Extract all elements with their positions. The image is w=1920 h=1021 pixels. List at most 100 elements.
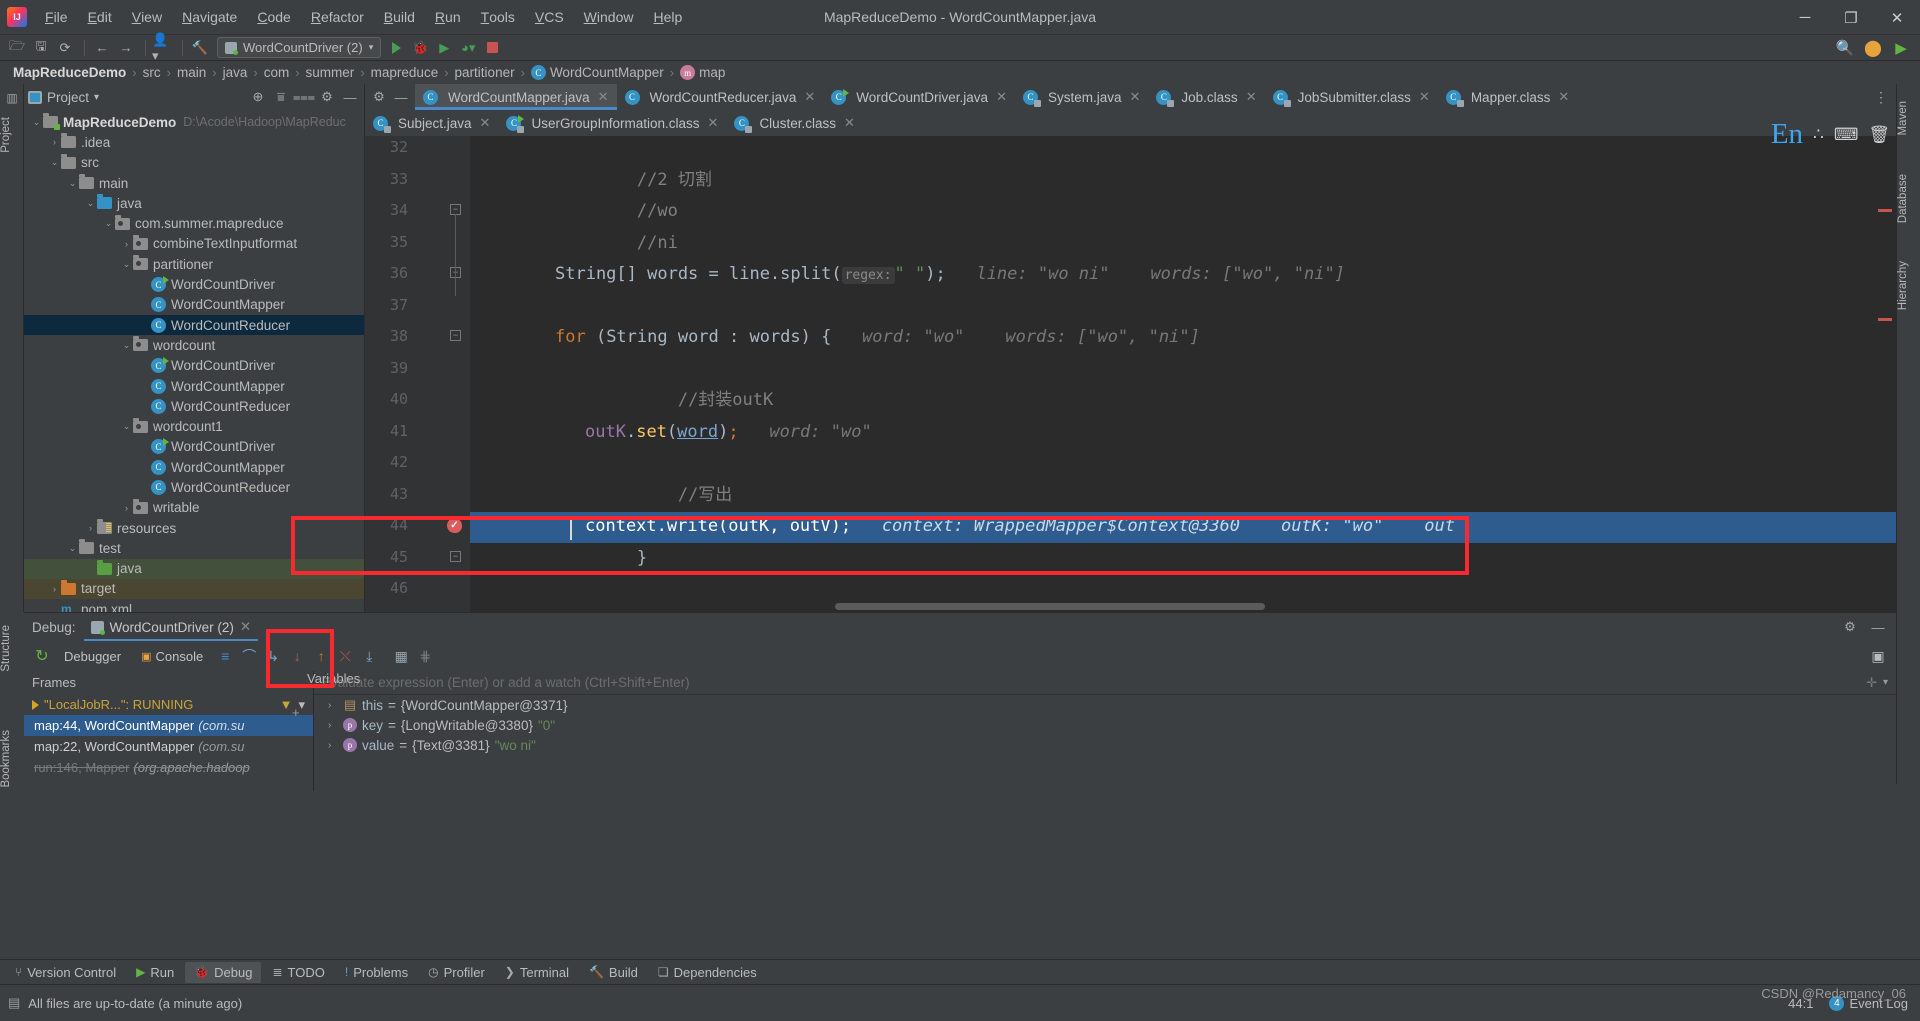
tabs-overflow-icon[interactable]: ⋮ [1866, 84, 1896, 110]
close-icon[interactable]: ✕ [804, 89, 815, 105]
frame-row[interactable]: map:44, WordCountMapper (com.su [24, 715, 313, 736]
close-icon[interactable]: ✕ [844, 115, 855, 131]
tool-window-problems[interactable]: ! Problems [336, 962, 417, 983]
tree-node-resources[interactable]: › resources [24, 518, 364, 538]
evaluate-expression-icon[interactable]: ▦ [391, 645, 411, 667]
step-out-icon[interactable]: ↑ [311, 645, 331, 667]
project-rail-icon[interactable]: ▥ [0, 86, 24, 110]
hide-icon[interactable]: — [340, 87, 360, 107]
sidebar-rail-maven[interactable]: Maven [1897, 94, 1920, 143]
tree-node-wordcountmapper[interactable]: C WordCountMapper [24, 295, 364, 315]
close-icon[interactable]: ✕ [598, 89, 609, 105]
debug-session-tab[interactable]: WordCountDriver (2) ✕ [83, 616, 259, 641]
variable-row-key[interactable]: › p key = {LongWritable@3380} "0" [314, 715, 1896, 735]
tree-node-target[interactable]: › target [24, 578, 364, 600]
build-hammer-icon[interactable]: 🔨 [189, 37, 211, 59]
tree-expand-arrow[interactable]: › [48, 584, 61, 594]
close-icon[interactable]: ✕ [480, 115, 491, 131]
tree-node-wordcount[interactable]: ⌄ wordcount [24, 335, 364, 355]
sync-icon[interactable]: ⟳ [54, 37, 76, 59]
breadcrumb-item-partitioner[interactable]: partitioner [452, 65, 518, 80]
add-frame-button[interactable]: + [292, 705, 300, 720]
expand-arrow[interactable]: › [328, 700, 338, 711]
tool-window-build[interactable]: 🔨 Build [580, 962, 647, 983]
tree-node-wordcountdriver[interactable]: C WordCountDriver [24, 274, 364, 294]
breadcrumb-item-summer[interactable]: summer [303, 65, 358, 80]
tool-window-todo[interactable]: ≣ TODO [263, 962, 333, 983]
menu-file[interactable]: File [35, 0, 78, 34]
tree-expand-arrow[interactable]: ⌄ [48, 157, 61, 168]
tree-node-writable[interactable]: › writable [24, 498, 364, 518]
add-watch-icon[interactable]: ✛ [1866, 675, 1877, 691]
expand-arrow[interactable]: › [328, 720, 338, 731]
chevron-down-icon[interactable]: ▾ [94, 92, 99, 103]
project-panel-title[interactable]: Project ▾ [28, 90, 99, 105]
editor-tab-wordcountmapper-java[interactable]: C WordCountMapper.java ✕ [415, 84, 617, 110]
tool-window-debug[interactable]: 🐞 Debug [185, 961, 262, 983]
menu-vcs[interactable]: V CS [525, 0, 574, 34]
tree-expand-arrow[interactable]: ⌄ [102, 218, 115, 229]
tree-node-wordcountdriver[interactable]: C WordCountDriver [24, 356, 364, 376]
maximize-button[interactable]: ❐ [1828, 0, 1874, 35]
tree-expand-arrow[interactable]: › [48, 137, 61, 147]
editor-tab-wordcountdriver-java[interactable]: C WordCountDriver.java ✕ [823, 84, 1015, 110]
gear-icon[interactable]: ⚙ [317, 87, 337, 107]
close-icon[interactable]: ✕ [996, 89, 1007, 105]
code-line-45[interactable]: } [470, 548, 647, 568]
menu-run[interactable]: Run [425, 0, 471, 34]
code-line-40[interactable]: //封装outK [470, 390, 773, 410]
tree-node-java[interactable]: ⌄ java [24, 193, 364, 213]
step-over-icon[interactable]: ⌒ [239, 645, 259, 667]
hide-icon[interactable]: — [1868, 617, 1888, 637]
code-line-34[interactable]: //wo [470, 201, 678, 221]
tool-window-profiler[interactable]: ◷ Profiler [419, 962, 494, 983]
tree-expand-arrow[interactable]: ⌄ [66, 178, 79, 189]
locate-icon[interactable]: ⊕ [248, 87, 268, 107]
breadcrumb-item-wordcountmapper[interactable]: C WordCountMapper [528, 65, 667, 81]
tool-window-run[interactable]: ▶ Run [127, 962, 183, 983]
open-folder-icon[interactable]: 🗁 [6, 37, 28, 59]
variables-list[interactable]: › ▤ this = {WordCountMapper@3371} › p key = {Long… [314, 695, 1896, 755]
tree-expand-arrow[interactable]: ⌄ [30, 117, 43, 128]
editor-tab-system-java[interactable]: C System.java ✕ [1014, 84, 1149, 110]
tree-expand-arrow[interactable]: ⌄ [120, 421, 133, 432]
tree-node-pom-xml[interactable]: m pom.xml [24, 599, 364, 612]
tree-node-partitioner[interactable]: ⌄ partitioner [24, 254, 364, 274]
tree-node-combinetextinputformat[interactable]: › combineTextInputformat [24, 234, 364, 254]
menu-navigate[interactable]: Navigate [172, 0, 247, 34]
sidebar-rail-structure[interactable]: Structure [0, 618, 24, 679]
tree-node-wordcountmapper[interactable]: C WordCountMapper [24, 376, 364, 396]
breakpoint-icon-line-44[interactable] [447, 518, 462, 533]
minimize-button[interactable]: ─ [1782, 0, 1828, 35]
rerun-icon[interactable]: ↻ [32, 645, 52, 667]
tree-node-wordcountreducer[interactable]: C WordCountReducer [24, 314, 364, 336]
breadcrumb-item-mapreducedemo[interactable]: MapReduceDemo [10, 65, 129, 80]
keyboard-icon[interactable]: ⌨ [1834, 125, 1859, 145]
dot-icon[interactable]: ∴ [1813, 125, 1824, 145]
sidebar-rail-database[interactable]: Database [1897, 167, 1920, 230]
close-icon[interactable]: ✕ [1558, 89, 1569, 105]
breadcrumb-item-java[interactable]: java [220, 65, 251, 80]
profile-run-button[interactable]: ◕▾ [457, 37, 479, 59]
tree-expand-arrow[interactable]: › [120, 239, 133, 249]
trash-icon[interactable]: 🗑 [1868, 125, 1890, 145]
menu-build[interactable]: Build [374, 0, 425, 34]
editor-tab-mapper-class[interactable]: C Mapper.class ✕ [1437, 84, 1578, 110]
run-to-cursor-icon[interactable]: ⤓ [359, 645, 379, 667]
code-line-44[interactable]: context.write(outK, outV); context: Wrap… [470, 516, 1455, 536]
tree-expand-arrow[interactable]: › [120, 503, 133, 513]
menu-help[interactable]: Help [643, 0, 692, 34]
close-button[interactable]: ✕ [1874, 0, 1920, 35]
editor-code-area[interactable]: //2 切割 //wo //ni //封装outK //写出 } String[]… [470, 136, 1896, 612]
force-step-into-icon[interactable]: ↓ [287, 645, 307, 667]
menu-window[interactable]: Window [574, 0, 644, 34]
breadcrumb-item-map[interactable]: m map [677, 65, 728, 81]
sidebar-rail-bookmarks[interactable]: Bookmarks [0, 723, 24, 795]
tool-window-terminal[interactable]: ❯ Terminal [496, 962, 578, 983]
tree-node-main[interactable]: ⌄ main [24, 173, 364, 193]
tree-expand-arrow[interactable]: ⌄ [66, 543, 79, 554]
filter-icon[interactable]: ▼ [280, 697, 293, 713]
tab-console[interactable]: ▣ Console [133, 647, 211, 666]
run-configuration-selector[interactable]: WordCountDriver (2) ▾ [217, 37, 382, 58]
code-line-33[interactable]: //2 切割 [470, 170, 712, 190]
